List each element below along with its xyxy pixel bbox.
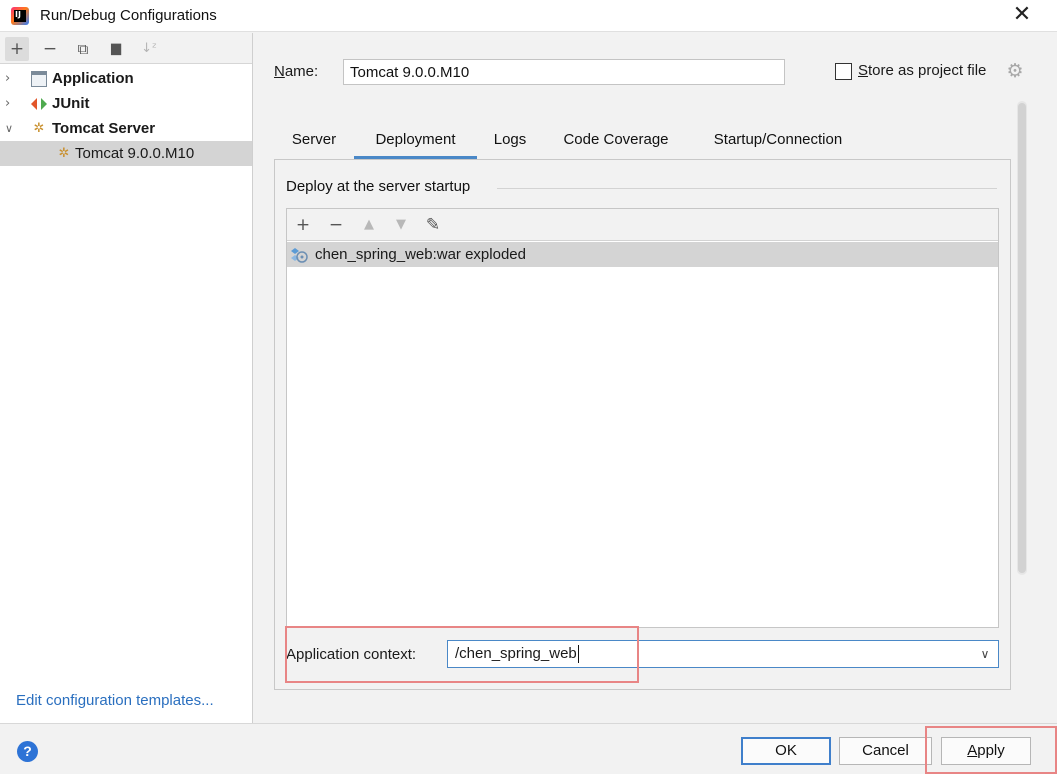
tomcat-icon: ✲ bbox=[33, 121, 45, 136]
junit-icon bbox=[31, 98, 47, 110]
add-artifact-button[interactable]: + bbox=[291, 213, 315, 237]
close-button[interactable]: ✕ bbox=[1009, 3, 1035, 29]
deployment-list: + − ▲ ▼ ✎ chen_spring_web:war exploded bbox=[286, 208, 999, 628]
artifact-row[interactable]: chen_spring_web:war exploded bbox=[287, 242, 998, 267]
chevron-right-icon[interactable]: › bbox=[5, 66, 17, 91]
chevron-down-icon[interactable]: ∨ bbox=[5, 116, 17, 141]
title-bar: IJ Run/Debug Configurations ✕ bbox=[0, 0, 1057, 32]
sort-configurations-button[interactable]: ↓ᶻ bbox=[137, 37, 161, 61]
remove-configuration-button[interactable]: − bbox=[38, 37, 62, 61]
configurations-sidebar: + − ⧉ ▆ ↓ᶻ › Application › JUnit ∨ ✲ Tom… bbox=[0, 33, 253, 723]
tree-item-label: Tomcat Server bbox=[52, 120, 156, 137]
store-as-project-file-checkbox[interactable] bbox=[835, 63, 852, 80]
tree-item-tomcat-server[interactable]: ∨ ✲ Tomcat Server bbox=[0, 116, 252, 141]
chevron-down-icon[interactable]: ∨ bbox=[976, 641, 994, 667]
deployment-toolbar: + − ▲ ▼ ✎ bbox=[287, 209, 998, 241]
apply-button[interactable]: Apply bbox=[941, 737, 1031, 765]
ok-button[interactable]: OK bbox=[741, 737, 831, 765]
configuration-editor: Name: Store as project file ⚙ Server Dep… bbox=[254, 33, 1057, 723]
remove-artifact-button[interactable]: − bbox=[324, 213, 348, 237]
section-divider bbox=[497, 188, 997, 189]
deploy-section-title: Deploy at the server startup bbox=[286, 178, 471, 195]
tab-logs[interactable]: Logs bbox=[477, 123, 543, 159]
tomcat-icon: ✲ bbox=[58, 146, 70, 161]
sidebar-toolbar: + − ⧉ ▆ ↓ᶻ bbox=[0, 33, 252, 64]
tree-item-label: Application bbox=[52, 70, 134, 87]
tab-code-coverage[interactable]: Code Coverage bbox=[543, 123, 689, 159]
help-icon[interactable]: ? bbox=[17, 741, 38, 762]
artifact-icon bbox=[291, 248, 308, 263]
move-down-button[interactable]: ▼ bbox=[389, 213, 413, 237]
add-configuration-button[interactable]: + bbox=[5, 37, 29, 61]
application-context-value[interactable]: /chen_spring_web bbox=[455, 645, 577, 662]
tree-item-application[interactable]: › Application bbox=[0, 66, 252, 91]
name-label: Name: bbox=[274, 63, 319, 80]
move-to-folder-button[interactable]: ▆ bbox=[104, 37, 128, 61]
application-context-combobox[interactable]: /chen_spring_web ∨ bbox=[447, 640, 999, 668]
cancel-button[interactable]: Cancel bbox=[839, 737, 932, 765]
text-caret bbox=[577, 645, 579, 664]
copy-configuration-button[interactable]: ⧉ bbox=[71, 37, 95, 61]
intellij-app-icon: IJ bbox=[11, 7, 29, 25]
scrollbar-thumb[interactable] bbox=[1018, 103, 1026, 573]
store-as-project-file-label[interactable]: Store as project file bbox=[858, 62, 986, 79]
application-icon bbox=[31, 71, 47, 87]
application-context-label: Application context: bbox=[286, 646, 417, 663]
edit-artifact-button[interactable]: ✎ bbox=[421, 213, 445, 237]
move-up-button[interactable]: ▲ bbox=[357, 213, 381, 237]
tree-item-label: Tomcat 9.0.0.M10 bbox=[75, 145, 195, 162]
tree-item-junit[interactable]: › JUnit bbox=[0, 91, 252, 116]
tab-server[interactable]: Server bbox=[274, 123, 354, 159]
edit-configuration-templates-link[interactable]: Edit configuration templates... bbox=[16, 692, 214, 709]
tab-deployment[interactable]: Deployment bbox=[354, 123, 477, 159]
window-title: Run/Debug Configurations bbox=[40, 7, 217, 24]
vertical-scrollbar[interactable] bbox=[1017, 101, 1027, 575]
artifact-label: chen_spring_web:war exploded bbox=[315, 246, 526, 263]
tree-item-tomcat-instance[interactable]: ✲ Tomcat 9.0.0.M10 bbox=[0, 141, 252, 166]
chevron-right-icon[interactable]: › bbox=[5, 91, 17, 116]
deployment-tab-content: Deploy at the server startup + − ▲ ▼ ✎ c… bbox=[274, 159, 1011, 690]
name-input[interactable] bbox=[343, 59, 785, 85]
gear-icon[interactable]: ⚙ bbox=[1004, 60, 1026, 82]
dialog-button-bar: ? OK Cancel Apply bbox=[0, 723, 1057, 774]
tab-startup-connection[interactable]: Startup/Connection bbox=[689, 123, 867, 159]
tree-item-label: JUnit bbox=[52, 95, 90, 112]
